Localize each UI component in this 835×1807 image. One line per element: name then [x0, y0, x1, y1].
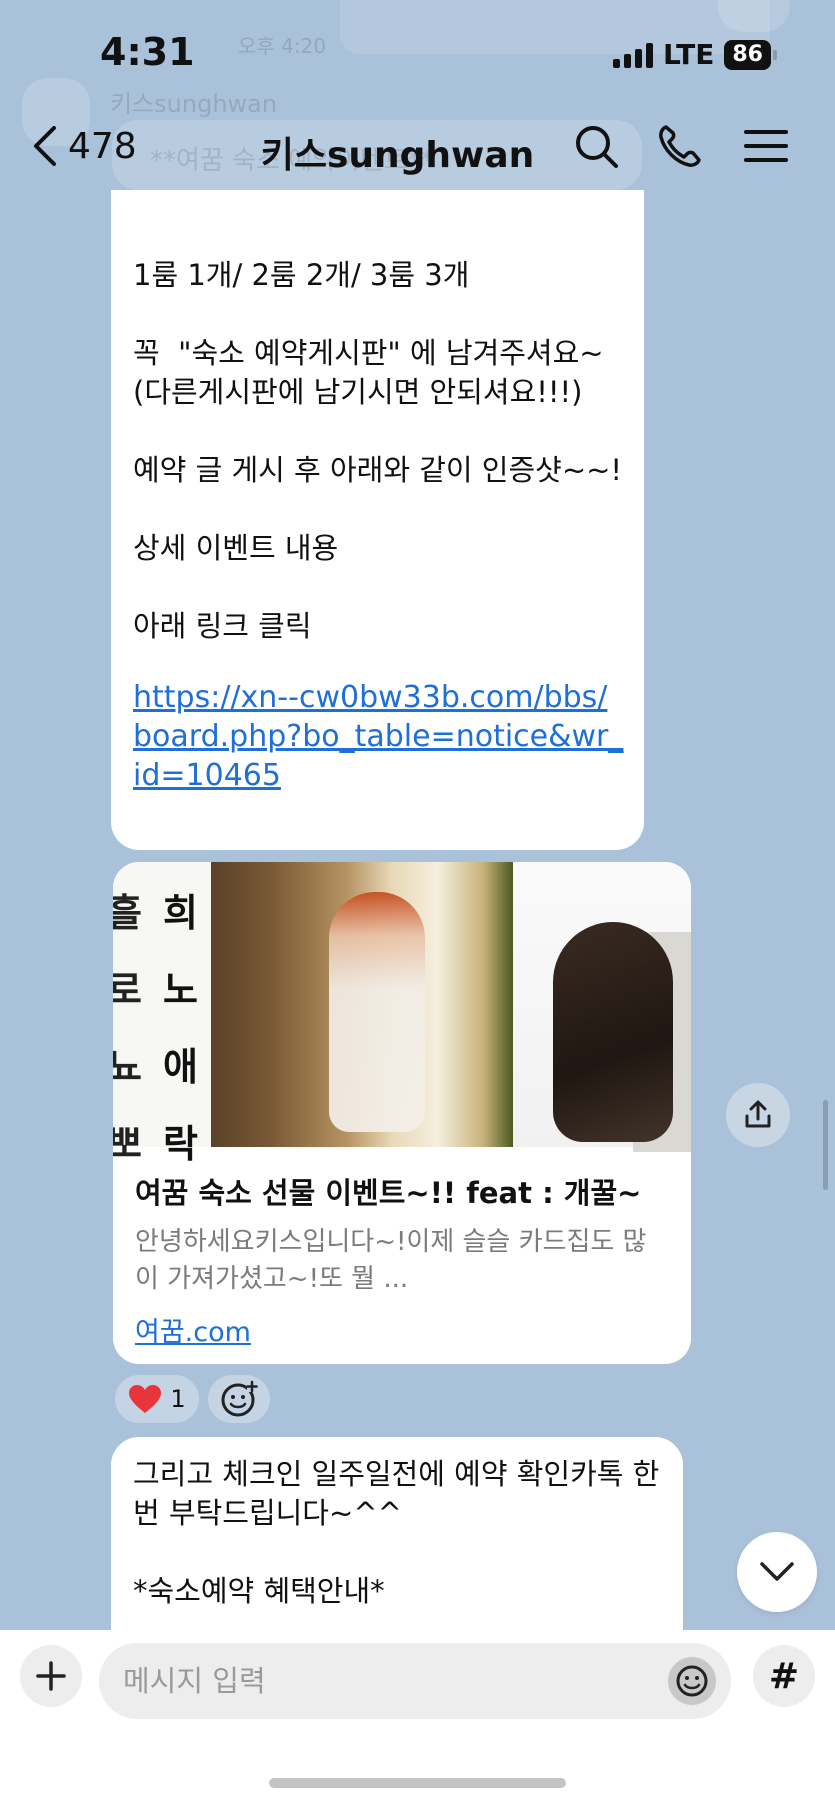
message-text: 1룸 1개/ 2룸 2개/ 3룸 3개 꼭 "숙소 예약게시판" 에 남겨주셔요… — [133, 258, 623, 643]
plus-icon — [36, 1661, 66, 1691]
heart-icon — [129, 1385, 162, 1413]
photo-woman-bamboo — [211, 862, 513, 1147]
heart-reaction[interactable]: 1 — [115, 1375, 199, 1423]
photo-woman-lying — [513, 862, 691, 1152]
link-preview-image: 흘 로 뇨 뽀 희 노 애 락 — [113, 862, 691, 1166]
calligraphy-left-column: 흘 로 뇨 뽀 — [113, 890, 142, 1166]
home-indicator — [269, 1778, 566, 1788]
card-domain-link[interactable]: 여꿈.com — [135, 1310, 251, 1349]
faded-previous-button — [718, 0, 790, 32]
message-bubble[interactable]: 1룸 1개/ 2룸 2개/ 3룸 3개 꼭 "숙소 예약게시판" 에 남겨주셔요… — [111, 190, 644, 850]
scroll-to-bottom-button[interactable] — [737, 1532, 817, 1612]
phone-icon[interactable] — [656, 122, 704, 170]
emoji-button[interactable] — [668, 1657, 716, 1705]
hashtag-button[interactable]: # — [753, 1645, 815, 1707]
emoji-icon — [676, 1665, 708, 1697]
message-link[interactable]: https://xn--cw0bw33b.com/bbs/board.php?b… — [133, 678, 626, 795]
calligraphy-right-column: 희 노 애 락 — [163, 890, 198, 1166]
network-type: LTE — [662, 38, 715, 71]
faded-timestamp: 오후 4:20 — [238, 34, 327, 58]
attach-button[interactable] — [20, 1645, 82, 1707]
scrollbar[interactable] — [823, 1100, 828, 1190]
share-icon — [745, 1100, 771, 1128]
card-description: 안녕하세요키스입니다~!이제 슬슬 카드집도 많이 가져가셨고~!또 뭘 ... — [135, 1227, 647, 1294]
message-input[interactable] — [99, 1643, 731, 1719]
battery-level: 86 — [724, 39, 771, 70]
share-button[interactable] — [726, 1083, 790, 1147]
battery-icon: 86 — [724, 39, 777, 70]
reaction-count: 1 — [170, 1385, 186, 1413]
status-time: 4:31 — [100, 30, 195, 74]
faded-sender-name: 키스sunghwan — [110, 90, 278, 118]
add-emoji-icon — [221, 1380, 258, 1417]
signal-icon — [612, 42, 653, 68]
card-title: 여꿈 숙소 선물 이벤트~!! feat : 개꿀~ — [135, 1176, 642, 1210]
message-text: 그리고 체크인 일주일전에 예약 확인카톡 한번 부탁드립니다~^^ *숙소예약… — [133, 1457, 660, 1608]
link-preview-card[interactable]: 흘 로 뇨 뽀 희 노 애 락 여꿈 숙소 선물 이벤트~!! feat : 개… — [113, 862, 691, 1364]
add-reaction-button[interactable] — [208, 1375, 270, 1423]
status-indicators: LTE 86 — [612, 38, 777, 71]
calligraphy-image: 흘 로 뇨 뽀 희 노 애 락 — [113, 862, 211, 1166]
menu-icon[interactable] — [742, 122, 790, 170]
chevron-down-icon — [760, 1562, 794, 1581]
search-icon[interactable] — [572, 122, 620, 170]
